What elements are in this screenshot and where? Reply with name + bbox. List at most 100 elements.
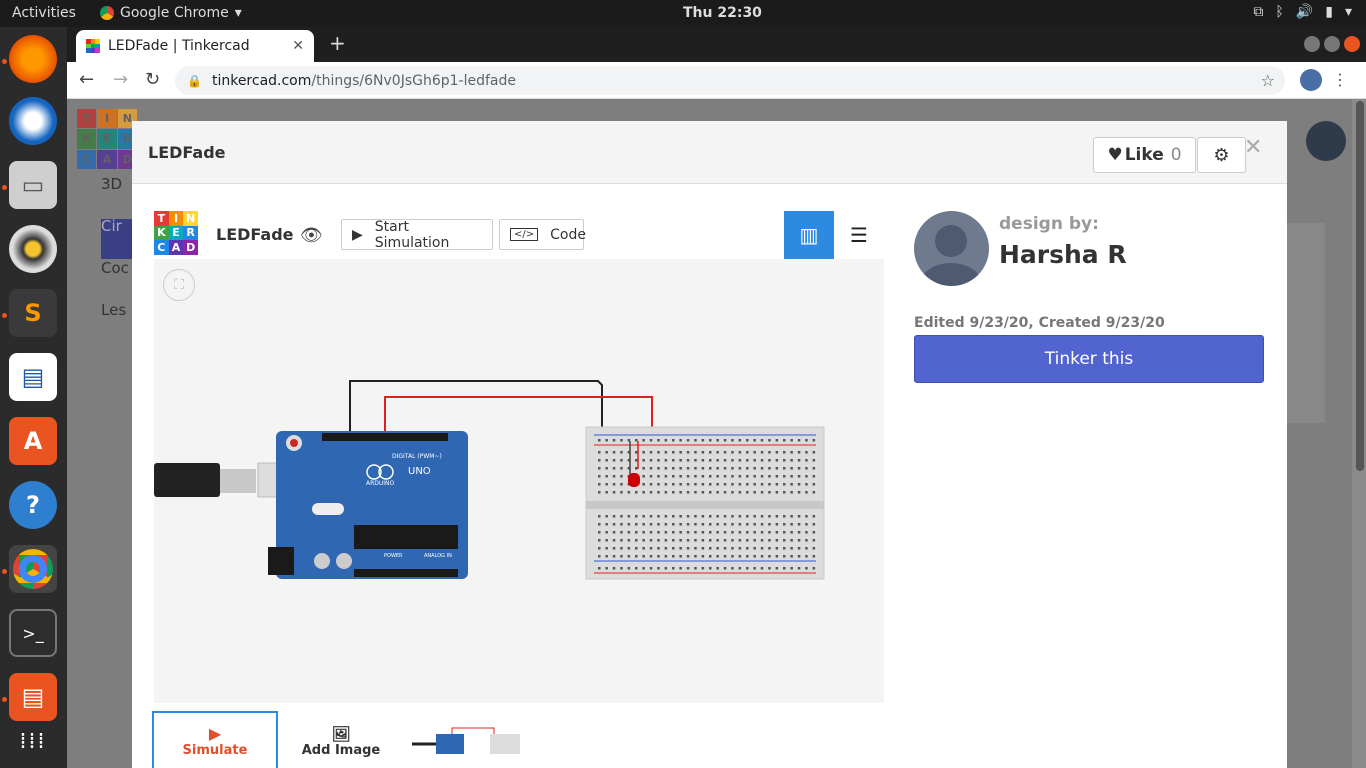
breadboard-hole: [701, 451, 705, 454]
eye-icon[interactable]: 👁: [300, 225, 323, 246]
user-silhouette-icon: [921, 225, 981, 286]
maximize-button[interactable]: [1324, 36, 1340, 52]
breadboard-hole: [753, 555, 756, 558]
breadboard-hole: [797, 451, 801, 454]
back-button[interactable]: ←: [79, 69, 94, 90]
breadboard-hole: [657, 523, 660, 526]
address-bar[interactable]: 🔒 tinkercad.com/things/6Nv0JsGh6p1-ledfa…: [175, 66, 1285, 95]
board-label-arduino: ARDUINO: [366, 480, 395, 487]
breadboard-hole: [664, 467, 668, 470]
breadboard-hole: [738, 491, 742, 494]
breadboard-hole: [731, 547, 734, 550]
app-menu[interactable]: Google Chrome ▾: [100, 5, 242, 21]
help-icon[interactable]: ?: [9, 481, 57, 529]
breadboard-hole: [657, 547, 660, 550]
circuit-view-button[interactable]: ▥: [784, 211, 834, 259]
breadboard-hole: [760, 483, 764, 486]
breadboard-hole: [731, 467, 734, 470]
breadboard-hole: [612, 483, 616, 486]
breadboard-hole: [760, 515, 764, 518]
breadboard-hole: [598, 491, 601, 494]
breadboard-hole: [723, 467, 727, 470]
circuit-canvas[interactable]: ⛶ DIGITAL (PWM~) UNO ARDUINO POWER ANALO…: [154, 259, 884, 703]
breadboard-hole: [672, 539, 675, 542]
component-list-button[interactable]: ☰: [834, 211, 884, 259]
breadboard-hole: [642, 539, 645, 542]
libreoffice-writer-icon[interactable]: ▤: [9, 353, 57, 401]
terminal-icon[interactable]: >_: [9, 609, 57, 657]
breadboard-hole: [635, 523, 638, 526]
rhythmbox-icon[interactable]: [9, 225, 57, 273]
page-scrollbar[interactable]: [1352, 99, 1366, 768]
design-modal: LEDFade ♥ Like 0 ⚙ ✕ TIN KER CAD LEDFade…: [132, 121, 1287, 768]
breadboard-hole: [760, 491, 764, 494]
menu-icon[interactable]: ⋮: [1332, 70, 1348, 89]
like-button[interactable]: ♥ Like 0: [1093, 137, 1196, 173]
profile-avatar[interactable]: [1300, 69, 1322, 91]
breadboard-hole: [694, 531, 697, 534]
running-indicator: [2, 185, 7, 190]
breadboard-hole: [664, 539, 668, 542]
breadboard-hole: [753, 475, 756, 478]
breadboard-hole: [694, 459, 697, 462]
breadboard-hole: [635, 451, 638, 454]
breadboard-hole: [783, 475, 786, 478]
breadboard-hole: [783, 567, 786, 570]
designer-name[interactable]: Harsha R: [999, 240, 1127, 269]
bookmark-star-icon[interactable]: ☆: [1261, 71, 1275, 90]
start-simulation-button[interactable]: ▶ Start Simulation: [341, 219, 493, 251]
impress-icon[interactable]: ▤: [9, 673, 57, 721]
breadboard-hole: [753, 539, 756, 542]
breadboard-hole: [672, 451, 675, 454]
reload-button[interactable]: ↻: [145, 69, 160, 90]
close-icon[interactable]: ✕: [1244, 135, 1262, 160]
activities-button[interactable]: Activities: [12, 5, 76, 21]
breadboard-hole: [716, 515, 719, 518]
breadboard-hole: [649, 515, 653, 518]
breadboard-hole: [657, 531, 660, 534]
breadboard-hole: [768, 547, 771, 550]
sidebar-item-lessons: Les: [101, 301, 127, 319]
breadboard-hole: [812, 555, 816, 558]
breadboard-hole: [679, 439, 682, 442]
software-center-icon[interactable]: A: [9, 417, 57, 465]
tinker-this-button[interactable]: Tinker this: [914, 335, 1264, 383]
breadboard-hole: [664, 483, 668, 486]
breadboard-hole: [620, 451, 623, 454]
breadboard-hole: [701, 475, 705, 478]
close-icon[interactable]: ✕: [292, 38, 304, 54]
thunderbird-icon[interactable]: [9, 97, 57, 145]
breadboard-hole: [649, 555, 653, 558]
designer-avatar[interactable]: [914, 211, 989, 286]
code-button[interactable]: </> Code: [499, 219, 586, 250]
simulate-thumbnail[interactable]: ▶ Simulate: [152, 711, 278, 768]
breadboard-hole: [783, 547, 786, 550]
chrome-icon[interactable]: [9, 545, 57, 593]
scrollbar-thumb[interactable]: [1356, 101, 1364, 471]
breadboard-hole: [768, 539, 771, 542]
forward-button[interactable]: →: [113, 69, 128, 90]
files-icon[interactable]: ▭: [9, 161, 57, 209]
settings-button[interactable]: ⚙: [1197, 137, 1246, 173]
breadboard-hole: [768, 531, 771, 534]
new-tab-button[interactable]: +: [329, 31, 346, 55]
breadboard-hole: [790, 459, 793, 462]
minimize-button[interactable]: [1304, 36, 1320, 52]
circuit-thumbnail[interactable]: [404, 711, 530, 768]
breadboard-hole: [694, 483, 697, 486]
app-grid-icon[interactable]: ⁞⁞⁞: [9, 717, 57, 765]
lock-icon: 🔒: [187, 73, 202, 88]
breadboard-hole: [775, 555, 779, 558]
volume-icon: 🔊: [1295, 4, 1314, 20]
sublime-text-icon[interactable]: S: [9, 289, 57, 337]
play-icon: ▶: [352, 226, 363, 243]
system-tray[interactable]: ⧉ ᛒ 🔊 ▮ ▾: [1253, 4, 1352, 20]
breadboard-hole: [790, 567, 793, 570]
firefox-icon[interactable]: [9, 35, 57, 83]
add-image-thumbnail[interactable]: 🖼 Add Image: [278, 711, 404, 768]
clock[interactable]: Thu 22:30: [683, 5, 762, 21]
browser-tab[interactable]: LEDFade | Tinkercad ✕: [76, 30, 314, 62]
viewer-toolbar: TIN KER CAD LEDFade 👁 ▶ Start Simulation…: [154, 211, 884, 261]
breadboard-hole: [716, 523, 719, 526]
close-window-button[interactable]: [1344, 36, 1360, 52]
